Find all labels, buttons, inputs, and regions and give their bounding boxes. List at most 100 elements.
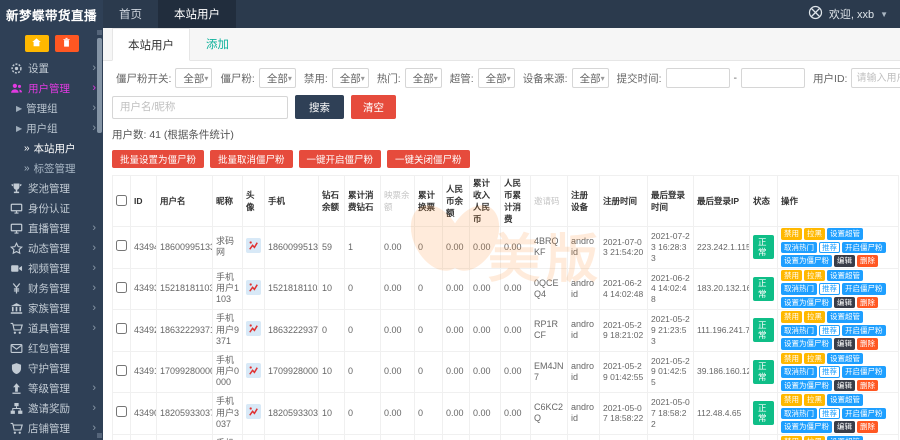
- action-删除[interactable]: 删除: [857, 380, 878, 392]
- top-nav-item-1[interactable]: 本站用户: [158, 0, 236, 28]
- action-设置为僵尸粉[interactable]: 设置为僵尸粉: [781, 421, 832, 433]
- action-禁用[interactable]: 禁用: [781, 353, 802, 365]
- action-设置超管[interactable]: 设置超管: [827, 436, 863, 440]
- clear-cache-button[interactable]: [55, 35, 79, 52]
- add-user-link[interactable]: 添加: [206, 28, 229, 60]
- fullscreen-icon[interactable]: [808, 5, 823, 23]
- action-推荐[interactable]: 推荐: [819, 366, 840, 378]
- action-禁用[interactable]: 禁用: [781, 394, 802, 406]
- action-编辑[interactable]: 编辑: [834, 421, 855, 433]
- sidebar-item-设置[interactable]: 设置›: [0, 58, 103, 78]
- action-删除[interactable]: 删除: [857, 297, 878, 309]
- action-开启僵尸粉[interactable]: 开启僵尸粉: [842, 408, 886, 420]
- action-拉黑[interactable]: 拉黑: [804, 394, 825, 406]
- row-checkbox[interactable]: [116, 406, 127, 417]
- batch-button-2[interactable]: 一键开启僵尸粉: [299, 150, 382, 168]
- time-to-input[interactable]: [741, 68, 805, 88]
- username-search-input[interactable]: [112, 96, 288, 119]
- filter-select-1[interactable]: 全部▾: [259, 68, 296, 88]
- action-禁用[interactable]: 禁用: [781, 311, 802, 323]
- action-拉黑[interactable]: 拉黑: [804, 228, 825, 240]
- time-from-input[interactable]: [666, 68, 730, 88]
- top-nav-item-0[interactable]: 首页: [103, 0, 158, 28]
- clear-button[interactable]: 清空: [351, 95, 396, 119]
- action-取消热门[interactable]: 取消热门: [781, 366, 817, 378]
- sidebar-item-用户组[interactable]: ▶用户组›: [0, 118, 103, 138]
- sidebar-item-标签管理[interactable]: »标签管理: [0, 158, 103, 178]
- action-编辑[interactable]: 编辑: [834, 338, 855, 350]
- filter-select-4[interactable]: 全部▾: [478, 68, 515, 88]
- sidebar-item-家族管理[interactable]: 家族管理›: [0, 298, 103, 318]
- sidebar-scrollbar[interactable]: [97, 30, 102, 438]
- action-推荐[interactable]: 推荐: [819, 325, 840, 337]
- filter-select-2[interactable]: 全部▾: [332, 68, 369, 88]
- action-设置超管[interactable]: 设置超管: [827, 270, 863, 282]
- action-推荐[interactable]: 推荐: [819, 242, 840, 254]
- action-设置超管[interactable]: 设置超管: [827, 353, 863, 365]
- user-menu[interactable]: 欢迎, xxb ▼: [808, 0, 900, 28]
- scroll-up-arrow[interactable]: [97, 30, 102, 35]
- action-编辑[interactable]: 编辑: [834, 297, 855, 309]
- row-checkbox[interactable]: [116, 323, 127, 334]
- action-禁用[interactable]: 禁用: [781, 436, 802, 440]
- action-设置为僵尸粉[interactable]: 设置为僵尸粉: [781, 297, 832, 309]
- action-拉黑[interactable]: 拉黑: [804, 436, 825, 440]
- batch-button-3[interactable]: 一键关闭僵尸粉: [387, 150, 470, 168]
- row-checkbox[interactable]: [116, 240, 127, 251]
- action-设置为僵尸粉[interactable]: 设置为僵尸粉: [781, 380, 832, 392]
- batch-button-1[interactable]: 批量取消僵尸粉: [210, 150, 293, 168]
- action-拉黑[interactable]: 拉黑: [804, 270, 825, 282]
- action-设置为僵尸粉[interactable]: 设置为僵尸粉: [781, 255, 832, 267]
- sidebar-item-邀请奖励[interactable]: 邀请奖励›: [0, 398, 103, 418]
- action-推荐[interactable]: 推荐: [819, 408, 840, 420]
- action-编辑[interactable]: 编辑: [834, 255, 855, 267]
- action-删除[interactable]: 删除: [857, 421, 878, 433]
- action-拉黑[interactable]: 拉黑: [804, 311, 825, 323]
- filter-select-0[interactable]: 全部▾: [175, 68, 212, 88]
- action-编辑[interactable]: 编辑: [834, 380, 855, 392]
- action-开启僵尸粉[interactable]: 开启僵尸粉: [842, 366, 886, 378]
- sidebar-item-财务管理[interactable]: 财务管理›: [0, 278, 103, 298]
- action-拉黑[interactable]: 拉黑: [804, 353, 825, 365]
- filter-select-5[interactable]: 全部▾: [572, 68, 609, 88]
- sidebar-item-道具管理[interactable]: 道具管理›: [0, 318, 103, 338]
- sidebar-item-管理组[interactable]: ▶管理组›: [0, 98, 103, 118]
- sidebar-item-动态管理[interactable]: 动态管理›: [0, 238, 103, 258]
- action-开启僵尸粉[interactable]: 开启僵尸粉: [842, 325, 886, 337]
- action-设置超管[interactable]: 设置超管: [827, 228, 863, 240]
- action-设置为僵尸粉[interactable]: 设置为僵尸粉: [781, 338, 832, 350]
- sidebar-item-奖池管理[interactable]: 奖池管理: [0, 178, 103, 198]
- sidebar-item-视频管理[interactable]: 视频管理›: [0, 258, 103, 278]
- sidebar-item-红包管理[interactable]: 红包管理: [0, 338, 103, 358]
- batch-button-0[interactable]: 批量设置为僵尸粉: [112, 150, 204, 168]
- action-开启僵尸粉[interactable]: 开启僵尸粉: [842, 242, 886, 254]
- scrollbar-thumb[interactable]: [97, 38, 102, 133]
- home-button[interactable]: [25, 35, 49, 52]
- filter-select-3[interactable]: 全部▾: [405, 68, 442, 88]
- action-开启僵尸粉[interactable]: 开启僵尸粉: [842, 283, 886, 295]
- action-推荐[interactable]: 推荐: [819, 283, 840, 295]
- row-checkbox[interactable]: [116, 282, 127, 293]
- sidebar-item-等级管理[interactable]: 等级管理›: [0, 378, 103, 398]
- action-删除[interactable]: 删除: [857, 338, 878, 350]
- user-id-input[interactable]: [851, 68, 900, 88]
- action-取消热门[interactable]: 取消热门: [781, 283, 817, 295]
- sidebar-item-身份认证[interactable]: 身份认证: [0, 198, 103, 218]
- row-checkbox[interactable]: [116, 365, 127, 376]
- sidebar-item-守护管理[interactable]: 守护管理: [0, 358, 103, 378]
- search-button[interactable]: 搜索: [295, 95, 344, 119]
- action-禁用[interactable]: 禁用: [781, 228, 802, 240]
- select-all-checkbox[interactable]: [116, 195, 127, 206]
- sidebar-item-用户管理[interactable]: 用户管理›: [0, 78, 103, 98]
- sidebar-item-直播管理[interactable]: 直播管理›: [0, 218, 103, 238]
- action-取消热门[interactable]: 取消热门: [781, 408, 817, 420]
- action-设置超管[interactable]: 设置超管: [827, 311, 863, 323]
- action-删除[interactable]: 删除: [857, 255, 878, 267]
- tab-site-users[interactable]: 本站用户: [112, 28, 190, 61]
- action-禁用[interactable]: 禁用: [781, 270, 802, 282]
- action-设置超管[interactable]: 设置超管: [827, 394, 863, 406]
- sidebar-item-店铺管理[interactable]: 店铺管理›: [0, 418, 103, 438]
- action-取消热门[interactable]: 取消热门: [781, 242, 817, 254]
- scroll-down-arrow[interactable]: [97, 433, 102, 438]
- action-取消热门[interactable]: 取消热门: [781, 325, 817, 337]
